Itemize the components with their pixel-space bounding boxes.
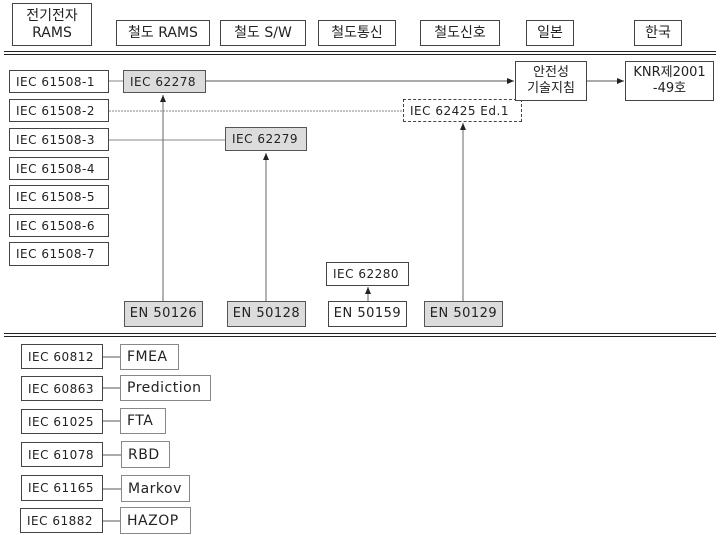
en50129-box: EN 50129: [424, 301, 503, 327]
iec62425-box: IEC 62425 Ed.1: [403, 99, 522, 122]
header-korea: 한국: [634, 20, 682, 46]
method-standard-iec61882: IEC 61882: [20, 508, 103, 533]
iec61508-part-7: IEC 61508-7: [9, 242, 109, 266]
iec61508-part-5: IEC 61508-5: [9, 185, 109, 209]
header-japan: 일본: [526, 20, 574, 46]
iec61508-part-6: IEC 61508-6: [9, 214, 109, 237]
header-rail-rams: 철도 RAMS: [116, 20, 210, 46]
iec62280-box: IEC 62280: [326, 262, 409, 286]
method-fta: FTA: [120, 408, 166, 434]
method-standard-iec60812: IEC 60812: [21, 344, 103, 369]
en50159-box: EN 50159: [328, 301, 407, 327]
iec61508-part-3: IEC 61508-3: [9, 128, 109, 151]
en50128-box: EN 50128: [227, 301, 306, 327]
header-rail-sw: 철도 S/W: [220, 20, 306, 46]
korea-knr-box: KNR제2001 -49호: [625, 61, 714, 101]
iec62278-box: IEC 62278: [123, 70, 206, 93]
header-separator-inner: [4, 54, 716, 55]
method-rbd: RBD: [121, 441, 170, 468]
header-rail-comm: 철도통신: [318, 20, 396, 46]
en50126-box: EN 50126: [124, 301, 203, 327]
method-standard-iec61078: IEC 61078: [21, 442, 103, 467]
method-standard-iec61165: IEC 61165: [21, 475, 103, 501]
iec62279-box: IEC 62279: [225, 127, 307, 151]
methods-separator-inner: [4, 336, 716, 337]
method-hazop: HAZOP: [120, 507, 191, 534]
header-rail-signal: 철도신호: [420, 20, 500, 46]
iec61508-part-2: IEC 61508-2: [9, 99, 109, 122]
japan-safety-guideline-box: 안전성 기술지침: [515, 61, 587, 101]
header-elec-rams: 전기전자 RAMS: [12, 3, 92, 46]
iec61508-part-4: IEC 61508-4: [9, 157, 109, 180]
method-standard-iec61025: IEC 61025: [21, 409, 103, 434]
method-standard-iec60863: IEC 60863: [21, 376, 103, 401]
method-markov: Markov: [121, 475, 190, 502]
methods-separator: [4, 333, 716, 334]
iec61508-part-1: IEC 61508-1: [9, 70, 109, 93]
method-prediction: Prediction: [120, 375, 211, 401]
method-fmea: FMEA: [120, 344, 179, 370]
header-separator: [4, 51, 716, 52]
